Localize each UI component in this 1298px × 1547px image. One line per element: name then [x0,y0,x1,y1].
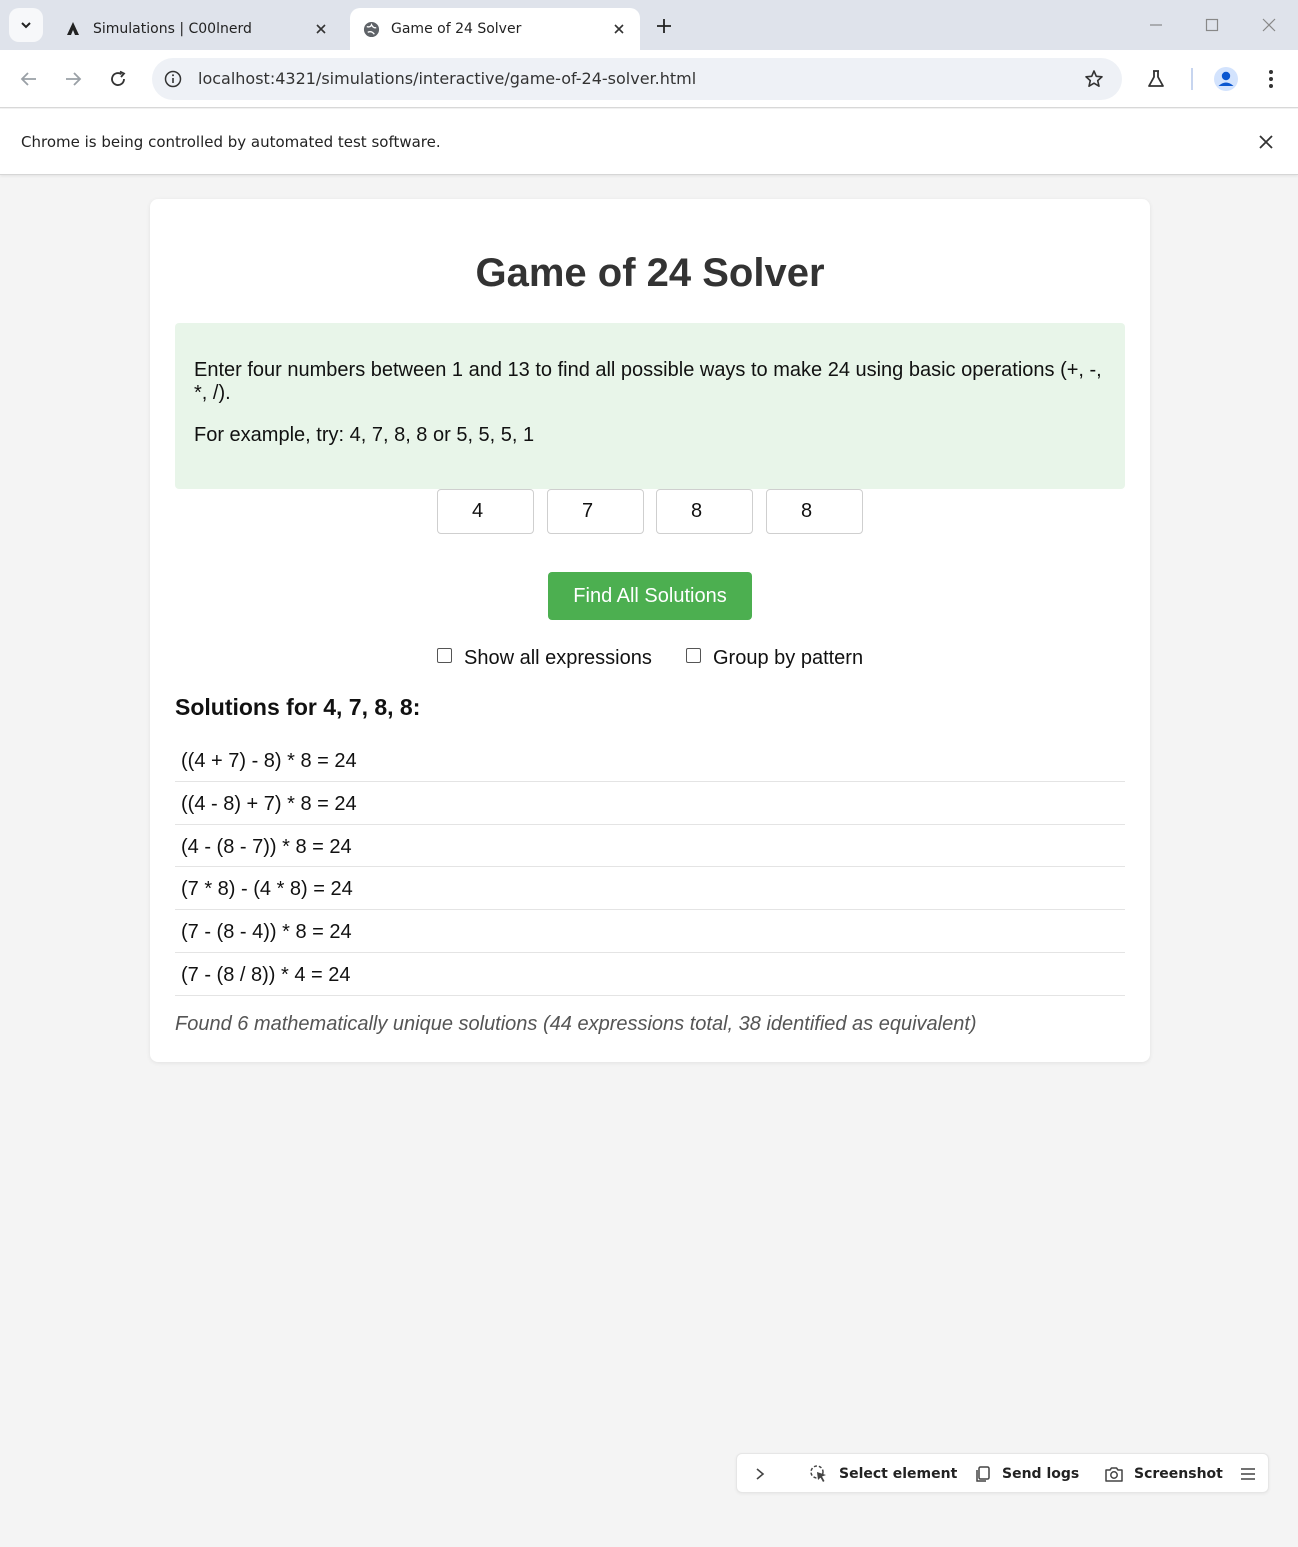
camera-icon [1105,1467,1123,1482]
minimize-button[interactable] [1136,10,1176,40]
more-menu-icon[interactable] [1256,64,1286,94]
hamburger-menu-icon [1241,1468,1255,1480]
tab-game-of-24-solver[interactable]: Game of 24 Solver [350,8,640,50]
reload-button[interactable] [101,62,135,96]
toolbar-divider [1191,68,1193,90]
solutions-summary: Found 6 mathematically unique solutions … [175,1013,977,1035]
forward-button[interactable] [56,62,90,96]
url-text: localhost:4321/simulations/interactive/g… [198,69,697,88]
close-icon[interactable] [1254,130,1278,154]
maximize-icon [1205,18,1219,32]
tab-strip: Simulations | C00lnerd Game of 24 Solver [0,0,1298,50]
send-logs-label: Send logs [1002,1466,1080,1482]
find-all-solutions-button[interactable]: Find All Solutions [548,572,752,620]
solutions-heading: Solutions for 4, 7, 8, 8: [175,694,421,720]
profile-avatar-icon[interactable] [1211,64,1241,94]
solution-row: ((4 + 7) - 8) * 8 = 24 [175,739,1125,782]
plus-icon [657,19,671,33]
solutions-list: ((4 + 7) - 8) * 8 = 24 ((4 - 8) + 7) * 8… [175,739,1125,996]
solution-row: (7 - (8 / 8)) * 4 = 24 [175,953,1125,996]
send-logs-button[interactable]: Send logs [974,1454,1079,1494]
show-all-expressions-option[interactable]: Show all expressions [437,646,652,670]
show-all-expressions-label: Show all expressions [464,646,652,669]
group-by-pattern-checkbox[interactable] [686,647,701,663]
browser-toolbar: localhost:4321/simulations/interactive/g… [0,50,1298,108]
select-element-button[interactable]: Select element [809,1454,957,1494]
site-info-icon[interactable] [162,68,184,90]
screenshot-label: Screenshot [1134,1466,1223,1482]
automation-infobar: Chrome is being controlled by automated … [0,109,1298,175]
address-bar[interactable]: localhost:4321/simulations/interactive/g… [152,58,1122,100]
screenshot-button[interactable]: Screenshot [1104,1454,1223,1494]
solver-card: Game of 24 Solver Enter four numbers bet… [150,199,1150,1062]
tab-search-button[interactable] [9,8,43,42]
number-inputs: 4 7 8 8 [437,489,863,534]
back-button[interactable] [12,62,46,96]
menu-button[interactable] [1240,1454,1266,1494]
reload-icon [111,70,126,86]
tab-simulations[interactable]: Simulations | C00lnerd [52,8,342,50]
chevron-right-icon [756,1468,765,1480]
maximize-button[interactable] [1192,10,1232,40]
labs-flask-icon[interactable] [1141,64,1171,94]
close-icon [1262,18,1276,32]
select-element-label: Select element [839,1466,958,1482]
bookmark-star-icon[interactable] [1082,67,1106,91]
chevron-down-icon [21,22,31,29]
arrow-right-icon [66,72,82,86]
window-close-button[interactable] [1249,10,1289,40]
expand-button[interactable] [753,1454,777,1494]
solution-row: (7 - (8 - 4)) * 8 = 24 [175,910,1125,953]
number-input-1[interactable]: 4 [437,489,534,534]
page-title: Game of 24 Solver [475,251,825,295]
solution-row: ((4 - 8) + 7) * 8 = 24 [175,782,1125,825]
example-text: For example, try: 4, 7, 8, 8 or 5, 5, 5,… [194,424,535,446]
solution-row: (7 * 8) - (4 * 8) = 24 [175,867,1125,911]
solution-row: (4 - (8 - 7)) * 8 = 24 [175,825,1125,868]
globe-icon [362,20,380,38]
tab-title: Simulations | C00lnerd [93,21,252,37]
show-all-expressions-checkbox[interactable] [437,647,452,663]
minimize-icon [1150,24,1162,26]
number-input-3[interactable]: 8 [656,489,753,534]
tab-title: Game of 24 Solver [391,21,522,37]
instructions-panel: Enter four numbers between 1 and 13 to f… [175,323,1125,489]
close-icon[interactable] [608,18,630,40]
inspector-toolbar: Select element Send logs Screenshot [736,1453,1269,1493]
infobar-message: Chrome is being controlled by automated … [21,133,441,151]
pointer-select-icon [810,1465,826,1482]
arrow-left-icon [20,72,36,86]
group-by-pattern-option[interactable]: Group by pattern [686,646,863,670]
new-tab-button[interactable] [650,12,678,40]
site-logo-icon [64,20,82,38]
number-input-2[interactable]: 7 [547,489,644,534]
group-by-pattern-label: Group by pattern [713,646,864,669]
number-input-4[interactable]: 8 [766,489,863,534]
instructions-text: Enter four numbers between 1 and 13 to f… [194,359,1102,404]
close-icon[interactable] [310,18,332,40]
copy-document-icon [976,1466,990,1482]
